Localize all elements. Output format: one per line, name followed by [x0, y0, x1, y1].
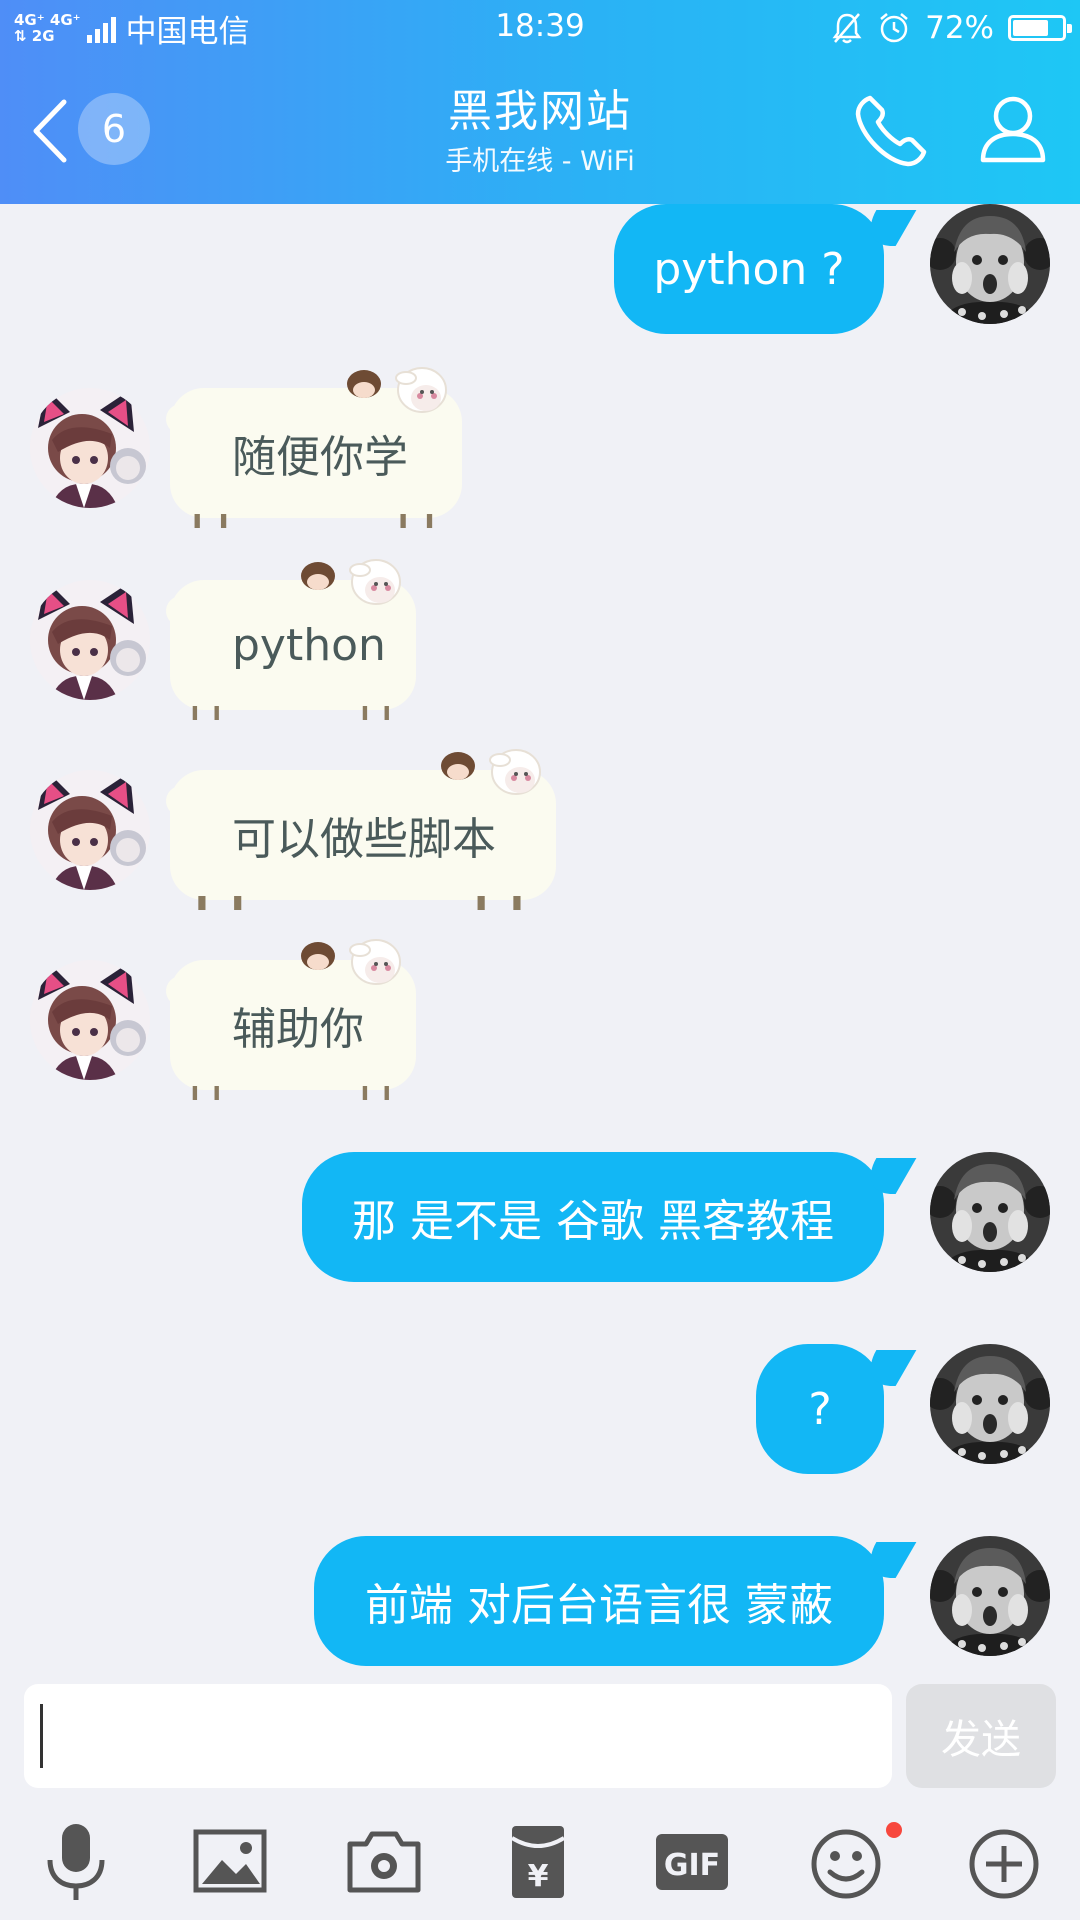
sheep-decoration-icon [290, 546, 410, 616]
profile-icon[interactable] [978, 92, 1048, 164]
emoji-notification-dot [886, 1822, 902, 1838]
message-list[interactable]: python ? 随便你学 python 可以做些脚本 辅助你那 是不是 谷歌 黑客教程… [0, 204, 1080, 1680]
status-right: 72% [831, 6, 1072, 50]
battery-percent: 72% [925, 10, 994, 46]
message-text: python [232, 619, 386, 671]
message-row: python [0, 559, 1080, 720]
sheep-legs-decoration [198, 896, 521, 910]
message-text: 那 是不是 谷歌 黑客教程 [352, 1196, 834, 1247]
message-row: 可以做些脚本 [0, 749, 1080, 910]
outgoing-message-bubble[interactable]: 前端 对后台语言很 蒙蔽 [314, 1536, 884, 1666]
incoming-message-bubble[interactable]: 随便你学 [166, 367, 456, 528]
gif-icon[interactable]: GIF [650, 1820, 734, 1904]
chat-title-block[interactable]: 黑我网站 手机在线 - WiFi [340, 86, 740, 180]
input-toolbar: ¥ GIF [0, 1800, 1080, 1920]
send-button[interactable]: 发送 [906, 1684, 1056, 1788]
online-status: 手机在线 - WiFi [445, 146, 635, 177]
message-text: 可以做些脚本 [232, 814, 496, 865]
message-row: 前端 对后台语言很 蒙蔽 [0, 1536, 1080, 1676]
image-icon[interactable] [188, 1820, 272, 1904]
composer: 发送 [0, 1680, 1080, 1792]
camera-icon[interactable] [342, 1820, 426, 1904]
plus-icon[interactable] [962, 1820, 1046, 1904]
red-packet-icon[interactable]: ¥ [496, 1820, 580, 1904]
my-avatar[interactable] [930, 204, 1050, 324]
contact-avatar[interactable] [30, 960, 150, 1080]
phone-icon[interactable] [852, 92, 930, 170]
contact-avatar[interactable] [30, 388, 150, 508]
incoming-message-bubble[interactable]: 可以做些脚本 [166, 749, 550, 910]
message-text: 随便你学 [232, 432, 408, 483]
message-text: ? [808, 1383, 832, 1435]
bell-muted-icon [832, 13, 862, 44]
unread-count-badge[interactable]: 6 [78, 93, 150, 165]
message-input[interactable] [24, 1684, 892, 1788]
message-row: 那 是不是 谷歌 黑客教程 [0, 1152, 1080, 1292]
contact-avatar[interactable] [30, 770, 150, 890]
emoji-icon[interactable] [804, 1820, 888, 1904]
sheep-decoration-icon [336, 354, 456, 424]
message-row: 随便你学 [0, 367, 1080, 528]
message-text: 前端 对后台语言很 蒙蔽 [365, 1580, 833, 1631]
sheep-decoration-icon [430, 736, 550, 806]
sheep-legs-decoration [194, 514, 433, 528]
message-text: python ? [653, 243, 845, 295]
message-text: 辅助你 [232, 1004, 364, 1055]
text-caret [40, 1704, 43, 1768]
message-row: python ? [0, 204, 1080, 344]
outgoing-message-bubble[interactable]: python ? [614, 204, 884, 334]
my-avatar[interactable] [930, 1152, 1050, 1272]
sheep-legs-decoration [192, 1086, 389, 1100]
gif-label: GIF [664, 1848, 720, 1883]
battery-icon [1008, 15, 1072, 41]
outgoing-message-bubble[interactable]: ? [756, 1344, 884, 1474]
sheep-legs-decoration [192, 706, 389, 720]
back-icon[interactable] [26, 96, 72, 166]
message-row: 辅助你 [0, 939, 1080, 1100]
incoming-message-bubble[interactable]: 辅助你 [166, 939, 410, 1100]
red-packet-symbol: ¥ [528, 1859, 549, 1894]
message-row: ? [0, 1344, 1080, 1484]
microphone-icon[interactable] [34, 1820, 118, 1904]
status-bar: 4G⁺ 4G⁺ ⇅ 2G 中国电信 18:39 72% [0, 0, 1080, 56]
alarm-icon [880, 13, 908, 43]
incoming-message-bubble[interactable]: python [166, 559, 410, 720]
contact-avatar[interactable] [30, 580, 150, 700]
sheep-decoration-icon [290, 926, 410, 996]
chat-title: 黑我网站 [448, 86, 632, 137]
chat-header: 4G⁺ 4G⁺ ⇅ 2G 中国电信 18:39 72% 6 黑我网站 手机在线 … [0, 0, 1080, 204]
my-avatar[interactable] [930, 1344, 1050, 1464]
my-avatar[interactable] [930, 1536, 1050, 1656]
outgoing-message-bubble[interactable]: 那 是不是 谷歌 黑客教程 [302, 1152, 884, 1282]
